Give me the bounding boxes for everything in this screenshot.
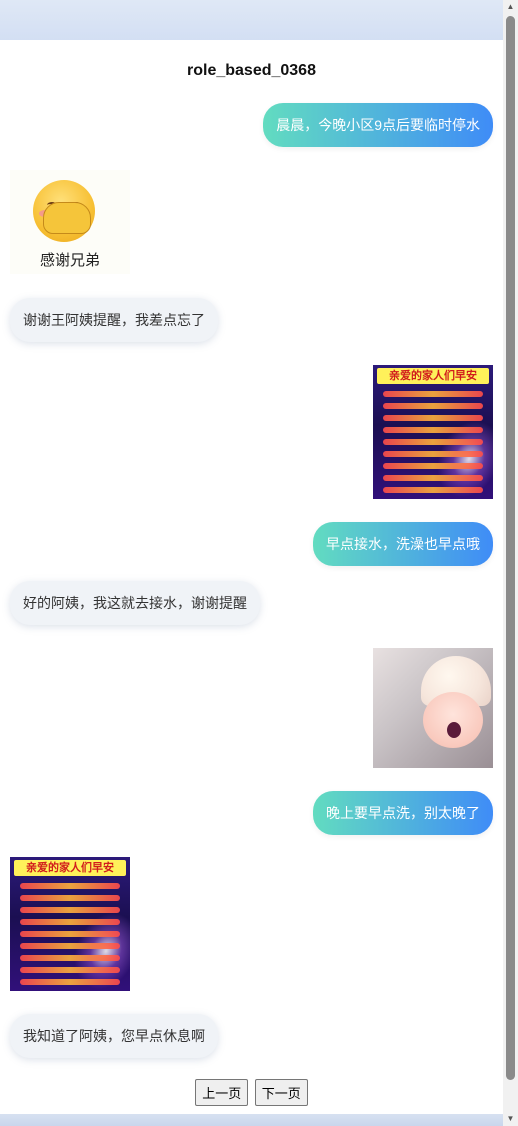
- sticker-image: 感谢兄弟: [10, 170, 130, 274]
- sticker-caption: 感谢兄弟: [39, 252, 100, 269]
- card-heading: 亲爱的家人们早安: [377, 368, 489, 384]
- pagination: 上一页 下一页: [0, 1079, 503, 1106]
- doll-mouth: [447, 722, 461, 738]
- prev-page-button[interactable]: 上一页: [195, 1079, 249, 1106]
- message-bubble-received: 我知道了阿姨，您早点休息啊: [10, 1014, 218, 1058]
- greeting-card-image: 亲爱的家人们早安: [373, 365, 493, 499]
- page-title: role_based_0368: [187, 62, 316, 79]
- doll-photo-image: [373, 648, 493, 768]
- next-page-button[interactable]: 下一页: [254, 1079, 308, 1106]
- message-bubble-received: 谢谢王阿姨提醒，我差点忘了: [10, 298, 218, 342]
- scrollbar-thumb[interactable]: [506, 16, 515, 1080]
- bottom-band: [0, 1114, 503, 1126]
- hands-icon: [43, 202, 91, 234]
- scroll-down-icon[interactable]: ▼: [503, 1112, 518, 1126]
- message-bubble-sent: 晨晨，今晚小区9点后要临时停水: [263, 103, 493, 147]
- top-band: [0, 0, 503, 40]
- scrollbar[interactable]: ▲ ▼: [503, 0, 518, 1126]
- message-bubble-received: 好的阿姨，我这就去接水，谢谢提醒: [10, 581, 260, 625]
- greeting-card-image: 亲爱的家人们早安: [10, 857, 130, 991]
- scroll-up-icon[interactable]: ▲: [503, 0, 518, 14]
- message-bubble-sent: 早点接水，洗澡也早点哦: [313, 522, 493, 566]
- card-heading: 亲爱的家人们早安: [14, 860, 126, 876]
- message-bubble-sent: 晚上要早点洗，别太晚了: [313, 791, 493, 835]
- doll-face: [423, 692, 483, 748]
